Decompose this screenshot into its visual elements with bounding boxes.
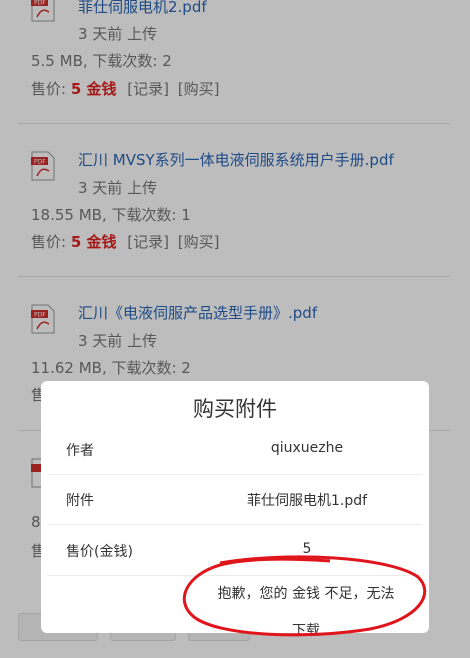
row-label: 附件 [66,493,94,509]
row-label: 售价(金钱) [66,544,133,560]
row-value: 菲仕伺服电机1.pdf [246,493,368,509]
dialog-row-author: 作者 qiuxuezhe [47,424,422,475]
annotation-circle [182,555,427,637]
row-label: 作者 [66,443,94,459]
row-value: qiuxuezhe [270,440,344,456]
dialog-row-attachment: 附件 菲仕伺服电机1.pdf [47,474,422,525]
dialog-title: 购买附件 [193,397,277,421]
